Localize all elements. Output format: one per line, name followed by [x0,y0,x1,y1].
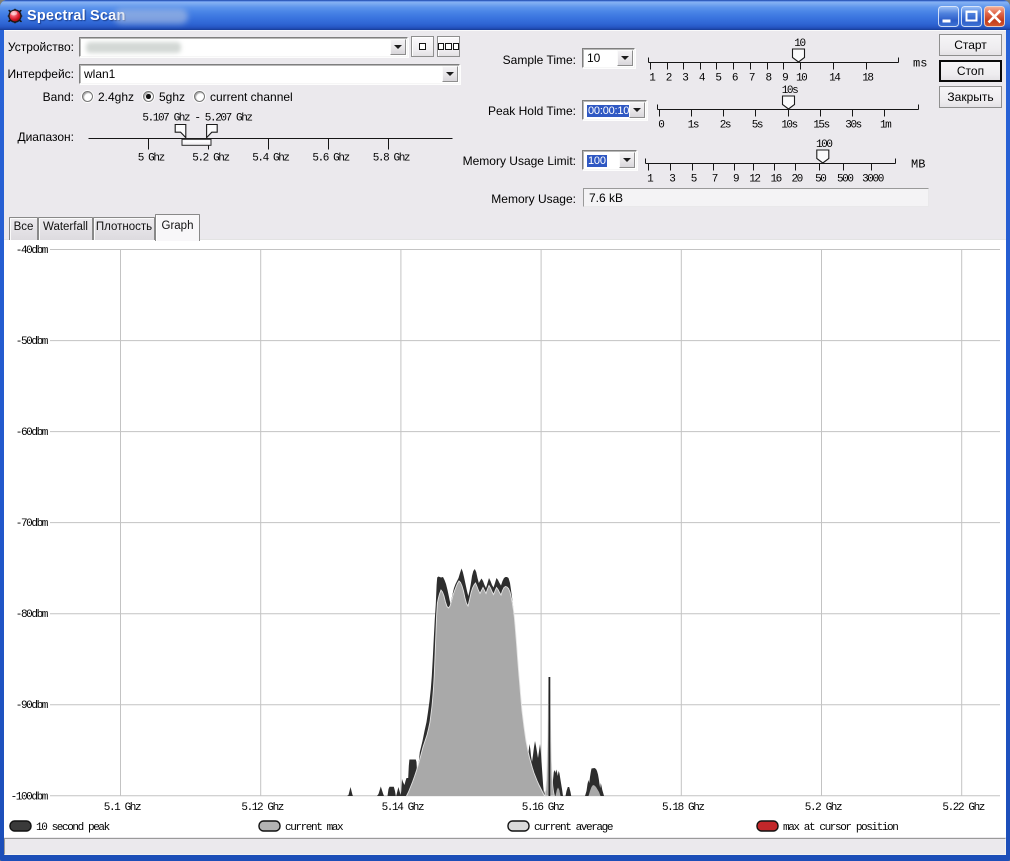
svg-text:-80dbm: -80dbm [16,609,49,621]
svg-text:-60dbm: -60dbm [16,427,49,439]
svg-text:5.14 Ghz: 5.14 Ghz [382,802,424,814]
svg-text:current average: current average [534,822,613,834]
svg-text:5.12 Ghz: 5.12 Ghz [241,802,283,814]
svg-text:-100dbm: -100dbm [11,791,49,803]
svg-text:5.16 Ghz: 5.16 Ghz [522,802,564,814]
svg-text:5.22 Ghz: 5.22 Ghz [942,802,984,814]
svg-text:5.2 Ghz: 5.2 Ghz [805,802,842,814]
svg-text:max at cursor position: max at cursor position [783,822,898,834]
svg-text:10 second peak: 10 second peak [36,822,111,834]
svg-text:-40dbm: -40dbm [16,245,49,257]
svg-text:current max: current max [285,822,344,834]
svg-text:5.18 Ghz: 5.18 Ghz [662,802,704,814]
svg-text:-90dbm: -90dbm [16,700,49,712]
svg-text:-70dbm: -70dbm [16,518,49,530]
svg-text:-50dbm: -50dbm [16,336,49,348]
svg-text:5.1 Ghz: 5.1 Ghz [104,802,141,814]
